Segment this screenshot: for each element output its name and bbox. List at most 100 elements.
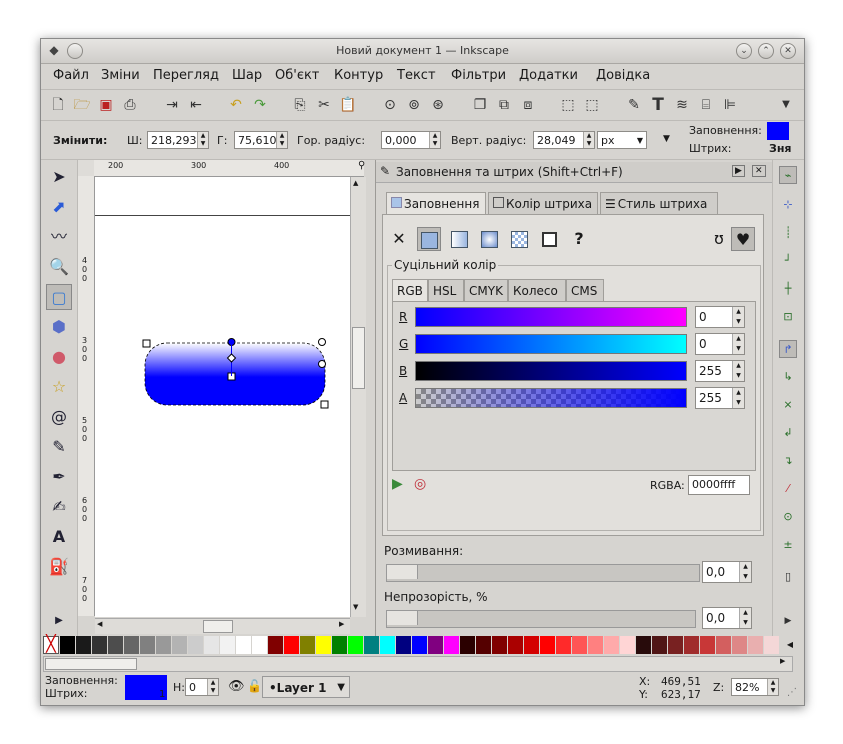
width-input[interactable]: 218,293 ▲ ▼ xyxy=(147,131,209,149)
flat-color-icon[interactable] xyxy=(417,227,441,251)
horizontal-scroll-thumb[interactable] xyxy=(203,620,233,633)
rgba-input[interactable]: 0000ffff xyxy=(688,475,750,495)
palette-swatch[interactable] xyxy=(620,636,635,654)
paste-icon[interactable]: 📋 xyxy=(339,96,357,114)
snap-midpoints-icon[interactable]: ⁄ xyxy=(779,480,797,498)
swatch-icon[interactable] xyxy=(537,227,561,251)
palette-swatch[interactable] xyxy=(92,636,107,654)
duplicate-icon[interactable]: ❐ xyxy=(471,96,489,114)
snap-smooth-icon[interactable]: ↴ xyxy=(779,452,797,470)
toolbox-more-icon[interactable]: ▶ xyxy=(46,608,72,634)
status-h-spin-arrows[interactable]: ▲ ▼ xyxy=(207,679,218,695)
layer-visibility-icon[interactable]: 👁 xyxy=(228,679,245,694)
blur-slider-thumb[interactable] xyxy=(387,565,418,579)
palette-swatch[interactable] xyxy=(76,636,91,654)
clone-icon[interactable]: ⧉ xyxy=(495,96,513,114)
palette-swatch[interactable] xyxy=(492,636,507,654)
zoom-input[interactable]: 82% ▲ ▼ xyxy=(731,678,779,696)
palette-menu-icon[interactable]: ◀ xyxy=(783,636,797,654)
rx-input[interactable]: 0,000 ▲ ▼ xyxy=(381,131,441,149)
r-spin-arrows[interactable]: ▲ ▼ xyxy=(732,307,744,327)
height-input[interactable]: 75,610 ▲ ▼ xyxy=(234,131,288,149)
no-color-swatch[interactable]: ╳ xyxy=(43,636,59,654)
r-slider[interactable] xyxy=(415,307,687,327)
g-spin-arrows[interactable]: ▲ ▼ xyxy=(732,334,744,354)
resize-handle[interactable] xyxy=(142,339,151,348)
tool-controls-overflow-icon[interactable]: ▼ xyxy=(663,134,670,144)
star-tool-icon[interactable]: ☆ xyxy=(46,374,72,400)
dock-iconify-icon[interactable]: ▶ xyxy=(732,165,745,177)
copy-icon[interactable]: ⎘ xyxy=(291,96,309,114)
opacity-slider[interactable] xyxy=(386,610,696,628)
3dbox-tool-icon[interactable]: ⬢ xyxy=(46,314,72,340)
blur-value-input[interactable]: 0,0 ▲ ▼ xyxy=(702,561,752,583)
blur-slider[interactable] xyxy=(386,564,700,582)
snap-bbox-icon[interactable]: ⊹ xyxy=(779,196,797,214)
selector-tool-icon[interactable]: ➤ xyxy=(46,164,72,190)
menu-filters[interactable]: Фільтри xyxy=(451,68,506,83)
menu-edit[interactable]: Зміни xyxy=(101,68,140,83)
menu-object[interactable]: Об'єкт xyxy=(275,68,319,83)
zoom-page-icon[interactable]: ⊛ xyxy=(429,96,447,114)
group-icon[interactable]: ⬚ xyxy=(559,96,577,114)
scroll-down-icon[interactable]: ▼ xyxy=(353,603,358,611)
subtab-hsl[interactable]: HSL xyxy=(428,279,464,301)
palette-swatch[interactable] xyxy=(748,636,763,654)
fill-stroke-icon[interactable]: ✎ xyxy=(625,96,643,114)
ry-input[interactable]: 28,049 ▲ ▼ xyxy=(533,131,595,149)
ungroup-icon[interactable]: ⬚ xyxy=(583,96,601,114)
rx-spin-arrows[interactable]: ▲ ▼ xyxy=(429,132,440,148)
zoom-spin-arrows[interactable]: ▲ ▼ xyxy=(767,679,778,695)
palette-swatch[interactable] xyxy=(700,636,715,654)
style-fill-swatch[interactable] xyxy=(767,122,789,140)
maximize-icon[interactable]: ⌃ xyxy=(758,43,774,59)
a-spin-arrows[interactable]: ▲ ▼ xyxy=(732,388,744,408)
palette-swatch[interactable] xyxy=(220,636,235,654)
snap-bbox-edge-icon[interactable]: ┊ xyxy=(779,224,797,242)
opacity-slider-thumb[interactable] xyxy=(387,611,418,625)
menu-text[interactable]: Текст xyxy=(397,68,436,83)
palette-scrollbar[interactable]: ▶ xyxy=(43,656,793,672)
resize-handle[interactable] xyxy=(320,400,329,409)
snap-nodes-icon[interactable]: ↱ xyxy=(779,340,797,358)
b-spin-arrows[interactable]: ▲ ▼ xyxy=(732,361,744,381)
open-icon[interactable]: 🗁 xyxy=(73,96,91,114)
r-value-input[interactable]: 0 ▲ ▼ xyxy=(695,306,745,328)
xml-editor-icon[interactable]: ⌸ xyxy=(697,96,715,114)
b-value-input[interactable]: 255 ▲ ▼ xyxy=(695,360,745,382)
palette-swatch[interactable] xyxy=(412,636,427,654)
palette-scroll-right-icon[interactable]: ▶ xyxy=(780,657,785,665)
text-font-icon[interactable]: T xyxy=(649,96,667,114)
palette-swatch[interactable] xyxy=(364,636,379,654)
palette-swatch[interactable] xyxy=(252,636,267,654)
align-icon[interactable]: ⊫ xyxy=(721,96,739,114)
palette-swatch[interactable] xyxy=(284,636,299,654)
layer-lock-icon[interactable]: 🔓 xyxy=(247,679,262,693)
palette-swatch[interactable] xyxy=(556,636,571,654)
palette-swatch[interactable] xyxy=(236,636,251,654)
snap-page-border-icon[interactable]: ▯ xyxy=(779,568,797,586)
palette-swatch[interactable] xyxy=(652,636,667,654)
vertical-scroll-thumb[interactable] xyxy=(352,327,365,389)
linear-gradient-icon[interactable] xyxy=(447,227,471,251)
palette-swatch[interactable] xyxy=(684,636,699,654)
snap-enable-icon[interactable]: ⌁ xyxy=(779,166,797,184)
height-spin-arrows[interactable]: ▲ ▼ xyxy=(276,132,287,148)
zoom-drawing-icon[interactable]: ⊚ xyxy=(405,96,423,114)
palette-swatch[interactable] xyxy=(396,636,411,654)
no-paint-icon[interactable]: ✕ xyxy=(387,227,411,251)
b-slider[interactable] xyxy=(415,361,687,381)
palette-swatch[interactable] xyxy=(332,636,347,654)
status-h-input[interactable]: 0 ▲ ▼ xyxy=(185,678,219,696)
ellipse-tool-icon[interactable]: ● xyxy=(46,344,72,370)
export-icon[interactable]: ⇤ xyxy=(187,96,205,114)
opacity-spin-arrows[interactable]: ▲ ▼ xyxy=(739,608,751,628)
tab-stroke-style[interactable]: ☰ Стиль штриха xyxy=(600,192,718,214)
minimize-icon[interactable]: ⌄ xyxy=(736,43,752,59)
menu-view[interactable]: Перегляд xyxy=(153,68,219,83)
vertical-ruler[interactable]: 300 400 500 600 700 xyxy=(78,176,95,616)
zoom-selection-icon[interactable]: ⊙ xyxy=(381,96,399,114)
rect-tool-icon[interactable]: ▢ xyxy=(46,284,72,310)
new-document-icon[interactable]: 🗋 xyxy=(49,96,67,114)
palette-swatch[interactable] xyxy=(124,636,139,654)
